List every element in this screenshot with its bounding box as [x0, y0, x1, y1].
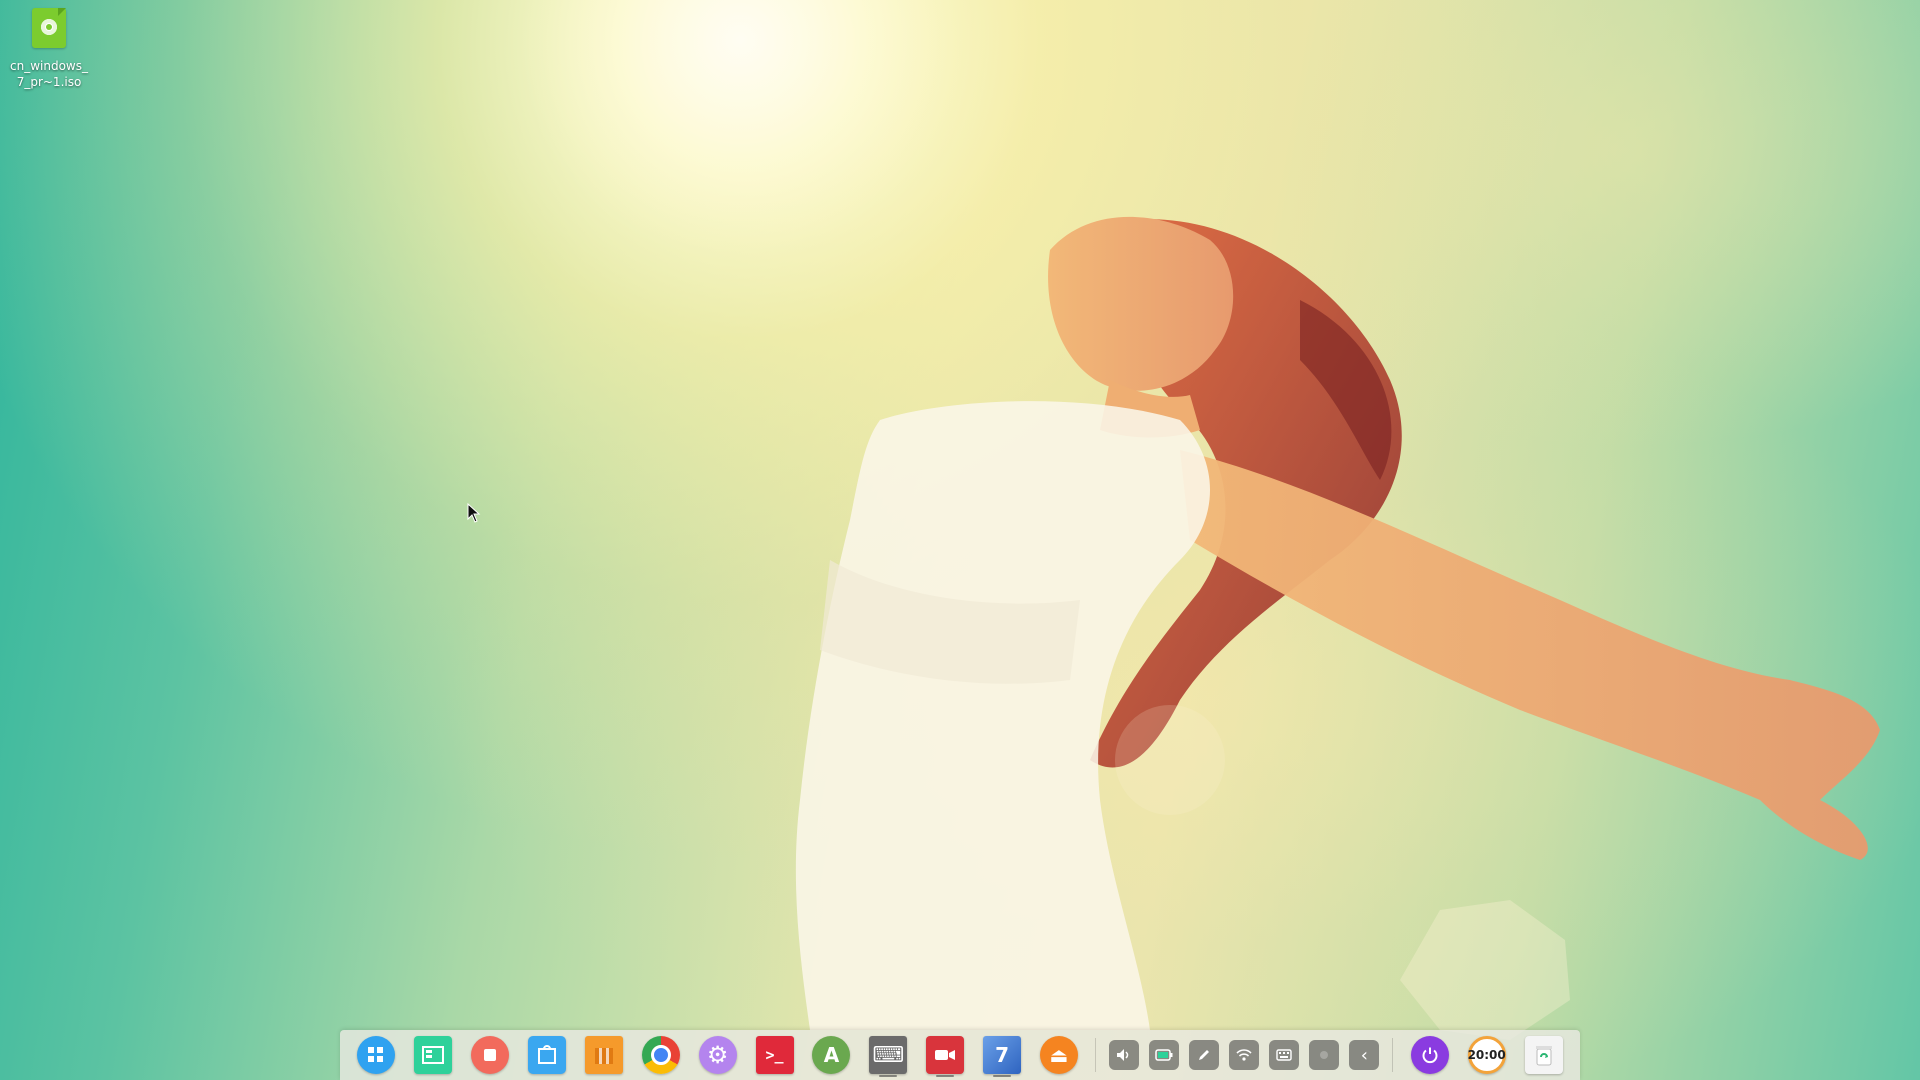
dock-app-settings[interactable]: ⚙ — [693, 1032, 742, 1078]
terminal-icon: >_ — [755, 1036, 794, 1074]
running-indicator — [879, 1075, 898, 1077]
chrome-icon — [641, 1036, 680, 1074]
dock-app-windows-7-vm[interactable]: 7 — [978, 1032, 1027, 1078]
dot-icon[interactable] — [1309, 1040, 1340, 1070]
dock-app-terminal[interactable]: >_ — [750, 1032, 799, 1078]
power-icon — [1410, 1036, 1449, 1074]
dock-app-archive-manager[interactable] — [580, 1032, 629, 1078]
virtual-machine-icon: 7 — [983, 1036, 1022, 1074]
battery-icon[interactable] — [1149, 1040, 1180, 1070]
dock-app-video-recorder[interactable] — [921, 1032, 970, 1078]
gear-icon: ⚙ — [698, 1036, 737, 1074]
android-studio-icon: A — [812, 1036, 851, 1074]
running-indicator — [936, 1075, 955, 1077]
app-store-icon — [528, 1036, 567, 1074]
dock-app-multitasking[interactable] — [409, 1032, 458, 1078]
dock-power-button[interactable] — [1405, 1032, 1454, 1078]
keyboard-app-icon: ⌨ — [869, 1036, 908, 1074]
dock-separator — [1095, 1038, 1097, 1072]
trash-icon — [1524, 1036, 1563, 1074]
dock-app-android-studio[interactable]: A — [807, 1032, 856, 1078]
system-tray: ‹ — [1104, 1032, 1384, 1078]
wallpaper-figure — [520, 0, 1880, 1040]
desktop-icon-label: cn_windows_7_pr~1.iso — [10, 59, 88, 89]
dock-app-chrome[interactable] — [636, 1032, 685, 1078]
eject-icon: ⏏ — [1039, 1036, 1078, 1074]
dock-clock[interactable]: 20:00 — [1462, 1032, 1511, 1078]
dock-trash[interactable] — [1519, 1032, 1568, 1078]
dock-app-vlc-player[interactable]: ⏏ — [1035, 1032, 1084, 1078]
camera-icon — [926, 1036, 965, 1074]
dock-app-screen-recorder[interactable] — [466, 1032, 515, 1078]
desktop: cn_windows_7_pr~1.iso ⚙ >_ A ⌨ 7 ⏏ ‹ 20:… — [0, 0, 1920, 1080]
multitask-view-icon — [414, 1036, 453, 1074]
volume-icon[interactable] — [1109, 1040, 1140, 1070]
launcher-icon — [357, 1036, 396, 1074]
running-indicator — [993, 1075, 1012, 1077]
dock: ⚙ >_ A ⌨ 7 ⏏ ‹ 20:00 — [340, 1030, 1580, 1080]
screen-recorder-icon — [471, 1036, 510, 1074]
clock-text: 20:00 — [1467, 1048, 1506, 1062]
archive-icon — [584, 1036, 623, 1074]
dock-app-keyboard-tool[interactable]: ⌨ — [864, 1032, 913, 1078]
wifi-icon[interactable] — [1229, 1040, 1260, 1070]
chevron-left-icon[interactable]: ‹ — [1349, 1040, 1380, 1070]
keyboard-icon[interactable] — [1269, 1040, 1300, 1070]
dock-separator — [1392, 1038, 1394, 1072]
pen-icon[interactable] — [1189, 1040, 1220, 1070]
desktop-icon-iso[interactable]: cn_windows_7_pr~1.iso — [8, 8, 90, 90]
disc-image-icon — [32, 8, 66, 48]
mouse-cursor-icon — [467, 503, 481, 523]
dock-app-store[interactable] — [523, 1032, 572, 1078]
dock-app-launcher[interactable] — [352, 1032, 401, 1078]
clock-icon: 20:00 — [1468, 1036, 1506, 1074]
